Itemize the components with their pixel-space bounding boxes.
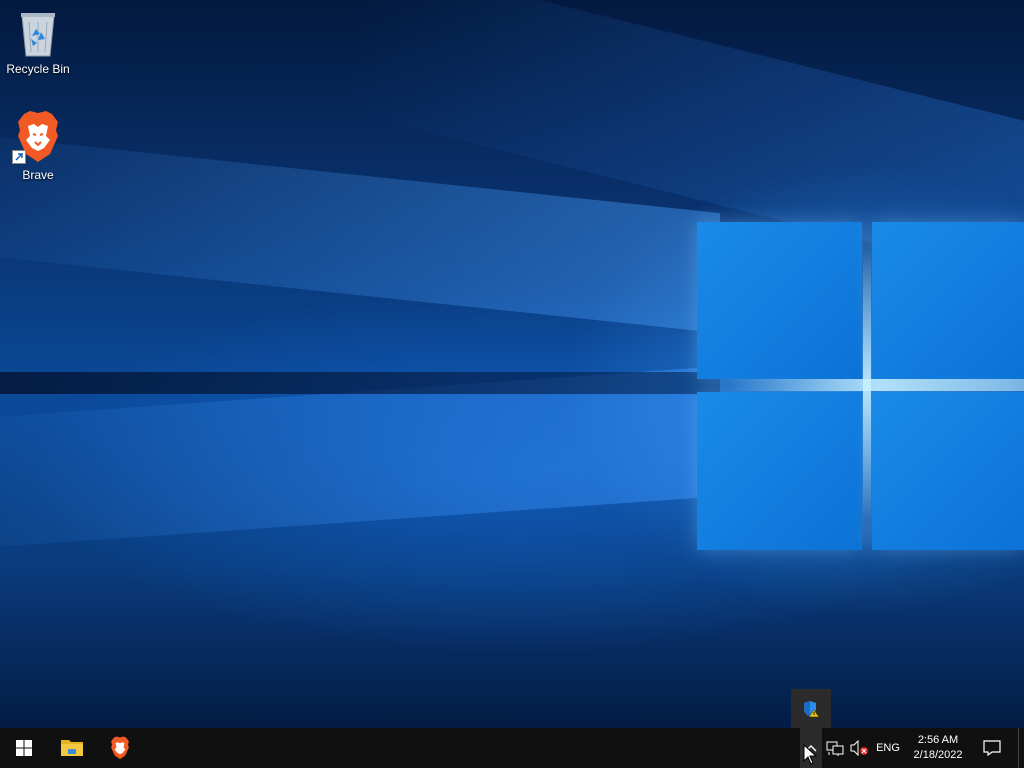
taskbar: ENG 2:56 AM 2/18/2022 — [0, 728, 1024, 768]
windows-logo-pane — [872, 392, 1024, 550]
desktop-icon-brave[interactable]: Brave — [0, 110, 76, 182]
mouse-cursor-icon — [803, 744, 817, 765]
show-desktop-button[interactable] — [1018, 728, 1024, 768]
clock-date: 2/18/2022 — [913, 749, 963, 761]
action-center-button[interactable] — [976, 728, 1008, 768]
logo-glow — [730, 379, 1024, 391]
input-language-indicator[interactable]: ENG — [872, 728, 904, 768]
light-beam — [0, 126, 720, 334]
recycle-bin-icon — [21, 13, 55, 57]
shadow-band — [0, 372, 720, 394]
desktop-icon-recycle-bin[interactable]: Recycle Bin — [0, 8, 76, 76]
windows-security-warning-icon[interactable] — [802, 700, 820, 718]
tray-overflow-popup — [791, 689, 831, 728]
desktop-background[interactable]: Recycle Bin Brave — [0, 0, 1024, 728]
clock-time: 2:56 AM — [917, 734, 959, 746]
shortcut-arrow-icon — [12, 150, 26, 164]
light-beam — [0, 366, 720, 554]
windows-start-icon — [16, 740, 32, 756]
taskbar-file-explorer-button[interactable] — [48, 728, 96, 768]
clock[interactable]: 2:56 AM 2/18/2022 — [906, 728, 970, 768]
desktop-icon-label: Brave — [22, 168, 54, 182]
volume-muted-icon — [850, 740, 868, 756]
brave-browser-icon — [111, 736, 129, 760]
network-button[interactable] — [824, 728, 846, 768]
taskbar-brave-button[interactable] — [96, 728, 144, 768]
action-center-icon — [983, 740, 1001, 756]
file-explorer-icon — [61, 740, 83, 756]
windows-logo-pane — [872, 222, 1024, 379]
windows-logo-pane — [697, 392, 862, 550]
start-button[interactable] — [0, 728, 48, 768]
windows-logo-pane — [697, 222, 862, 379]
network-icon — [826, 741, 844, 756]
volume-button[interactable] — [848, 728, 870, 768]
desktop-icon-label: Recycle Bin — [6, 62, 70, 76]
